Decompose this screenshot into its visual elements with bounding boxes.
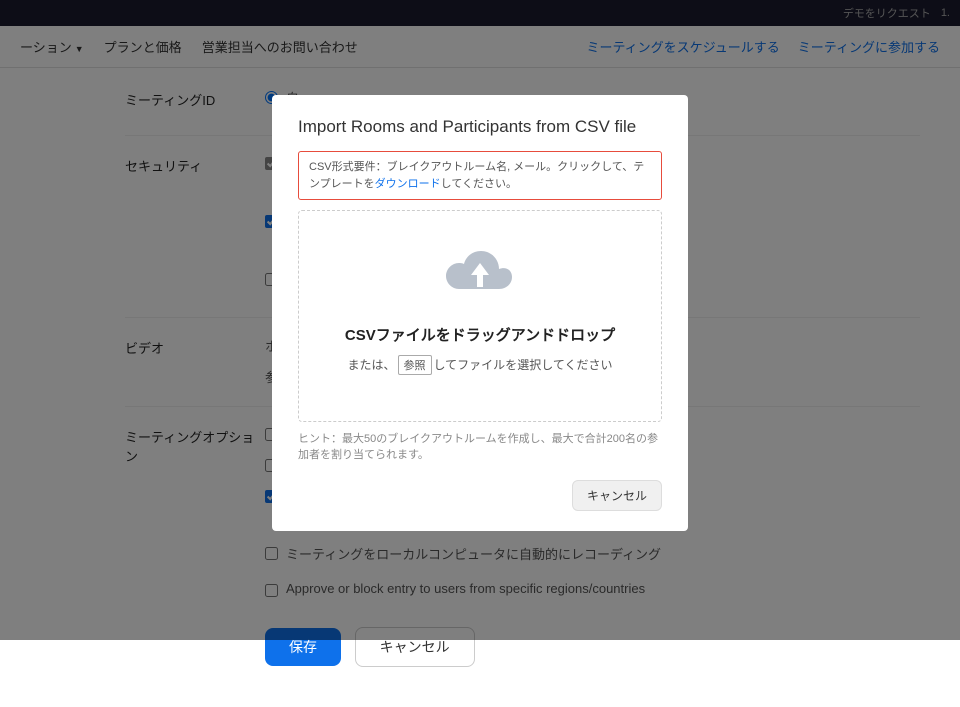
download-template-link[interactable]: ダウンロード: [375, 178, 441, 190]
dropzone-post: してファイルを選択してください: [434, 358, 613, 372]
csv-requirement-box: CSV形式要件：ブレイクアウトルーム名, メール。クリックして、テンプレートをダ…: [298, 151, 662, 200]
browse-button[interactable]: 参照: [398, 355, 432, 375]
breakout-hint: ヒント：最大50のブレイクアウトルームを作成し、最大で合計200名の参加者を割り…: [298, 430, 662, 462]
modal-cancel-button[interactable]: キャンセル: [572, 480, 662, 511]
dropzone-title: CSVファイルをドラッグアンドドロップ: [319, 324, 641, 345]
modal-overlay: Import Rooms and Participants from CSV f…: [0, 0, 960, 640]
modal-title: Import Rooms and Participants from CSV f…: [298, 117, 662, 137]
file-dropzone[interactable]: CSVファイルをドラッグアンドドロップ または、参照してファイルを選択してくださ…: [298, 210, 662, 422]
dropzone-pre: または、: [348, 358, 396, 372]
import-csv-modal: Import Rooms and Participants from CSV f…: [272, 95, 688, 531]
csv-req-post: してください。: [441, 178, 517, 190]
cloud-upload-icon: [445, 247, 515, 303]
